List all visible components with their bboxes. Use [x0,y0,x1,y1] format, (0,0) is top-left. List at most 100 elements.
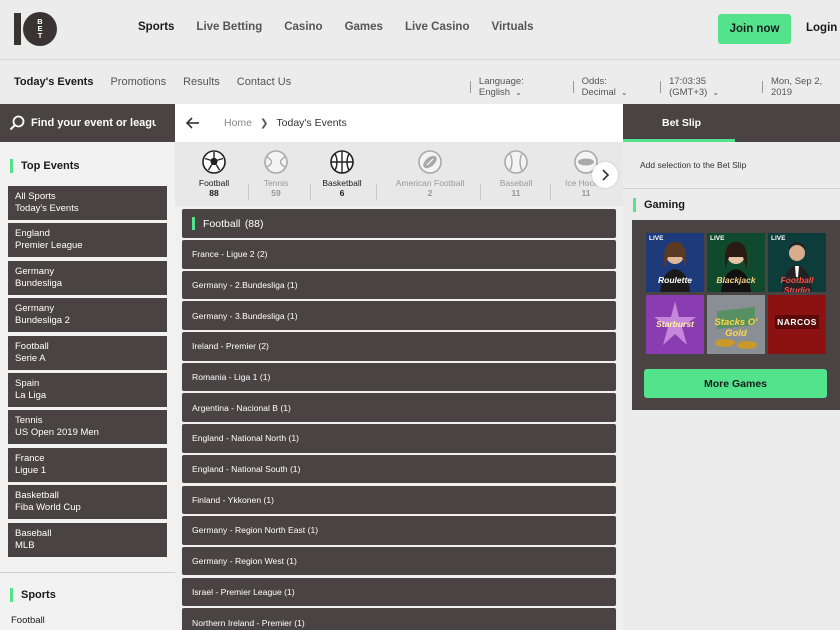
breadcrumb-home[interactable]: Home [224,117,252,129]
competition-row[interactable]: Germany - Region North East (1) [182,516,616,545]
competition-row[interactable]: Ireland - Premier (2) [182,332,616,361]
sport-count: 11 [581,188,591,198]
top-event-line2: Fiba World Cup [15,502,81,514]
back-arrow-icon[interactable] [185,115,201,131]
top-event-line1: Basketball [15,490,59,502]
top-event-line2: MLB [15,539,35,551]
top-event-line1: France [15,452,45,464]
sport-count: 11 [511,188,521,198]
competition-row[interactable]: Finland - Ykkonen (1) [182,485,616,514]
competition-row[interactable]: France - Ligue 2 (2) [182,240,616,269]
sport-name: American Football [395,178,465,188]
nav-live-betting[interactable]: Live Betting [196,21,262,33]
sports-title: Sports [10,588,56,602]
game-tile-stacks-o-gold[interactable]: Stacks O' Gold [707,295,765,354]
competition-row[interactable]: Germany - Region West (1) [182,546,616,576]
search-bar[interactable] [0,104,175,142]
game-tile-starburst[interactable]: Starburst [646,295,704,354]
divider [0,572,175,573]
competition-row[interactable]: Northern Ireland - Premier (1) [182,608,616,630]
top-event-line1: Germany [15,303,55,315]
competition-row[interactable]: Germany - 3.Bundesliga (1) [182,301,616,330]
game-title: Roulette [658,275,692,285]
odds-label: Odds: [581,76,607,87]
top-events-list: All Sports Today's Events England Premier … [8,186,167,560]
subnav-results[interactable]: Results [183,76,220,88]
top-event-item[interactable]: Tennis US Open 2019 Men [8,410,167,445]
sport-name: Football [198,178,230,188]
baseball-icon [504,150,528,174]
join-now-button[interactable]: Join now [718,14,791,44]
top-header: B E T Sports Live Betting Casino Games L… [0,0,840,60]
game-tile-football-studio[interactable]: LIVE Football Studio [768,233,826,292]
odds-selector[interactable]: Odds: Decimal ⌄ [582,76,653,98]
brand-logo[interactable]: B E T [13,10,59,48]
sport-tab-baseball[interactable]: Baseball 11 [481,150,551,200]
time-selector[interactable]: 17:03:35 (GMT+3) ⌄ [669,76,754,98]
competition-row[interactable]: Germany - 2.Bundesliga (1) [182,270,616,300]
competition-row[interactable]: England - National South (1) [182,454,616,484]
tennis-icon [264,150,288,174]
top-event-item[interactable]: Baseball MLB [8,522,167,557]
top-event-item[interactable]: Spain La Liga [8,372,167,407]
sports-list-item[interactable]: Football [11,615,45,626]
language-selector[interactable]: Language: English ⌄ [479,76,565,98]
divider [470,81,471,93]
top-event-line1: England [15,228,50,240]
main-nav: Sports Live Betting Casino Games Live Ca… [138,21,533,33]
nav-live-casino[interactable]: Live Casino [405,21,470,33]
live-badge: LIVE [649,235,664,242]
nav-casino[interactable]: Casino [284,21,322,33]
chevron-right-icon [602,169,610,181]
game-tile-blackjack[interactable]: LIVE Blackjack [707,233,765,292]
divider [762,81,763,93]
game-title: Stacks O' Gold [714,317,758,339]
sub-nav: Today's Events Promotions Results Contac… [14,76,291,88]
top-event-item[interactable]: Germany Bundesliga [8,260,167,295]
sport-tab-basketball[interactable]: Basketball 6 [307,150,377,200]
sport-tab-tennis[interactable]: Tennis 59 [241,150,311,200]
settings-bar: Language: English ⌄ Odds: Decimal ⌄ 17:03:… [462,76,840,98]
bet-slip-tab[interactable]: Bet Slip [623,104,840,142]
competition-row[interactable]: Romania - Liga 1 (1) [182,362,616,392]
top-event-line1: Football [15,340,49,352]
game-title: Blackjack [716,275,756,285]
subnav-contact-us[interactable]: Contact Us [237,76,291,88]
chevron-down-icon: ⌄ [620,88,628,97]
live-badge: LIVE [710,235,725,242]
top-event-line2: Bundesliga 2 [15,315,70,327]
top-event-item[interactable]: All Sports Today's Events [8,186,167,220]
top-event-line2: Today's Events [15,203,79,214]
carousel-next-button[interactable] [592,162,618,188]
game-tile-narcos[interactable]: NARCOS [768,295,826,354]
top-event-item[interactable]: Germany Bundesliga 2 [8,298,167,333]
game-tile-roulette[interactable]: LIVE Roulette [646,233,704,292]
competition-row[interactable]: Argentina - Nacional B (1) [182,393,616,422]
top-event-line1: Baseball [15,527,52,539]
search-input[interactable] [31,117,156,129]
competition-row[interactable]: England - National North (1) [182,424,616,453]
search-icon [9,115,25,131]
sport-name: Tennis [263,178,289,188]
sport-tab-american-football[interactable]: American Football 2 [379,150,481,200]
nav-virtuals[interactable]: Virtuals [492,21,534,33]
competition-group-header[interactable]: Football (88) [182,209,616,238]
group-name: Football [203,217,241,230]
top-event-item[interactable]: Football Serie A [8,335,167,370]
subnav-promotions[interactable]: Promotions [110,76,166,88]
sport-tab-football[interactable]: Football 88 [179,150,249,200]
top-event-line1: Tennis [15,415,43,427]
active-tab-indicator [623,139,735,142]
top-event-item[interactable]: England Premier League [8,223,167,258]
top-event-item[interactable]: France Ligue 1 [8,447,167,482]
subnav-todays-events[interactable]: Today's Events [14,76,93,88]
nav-games[interactable]: Games [345,21,383,33]
competition-list: France - Ligue 2 (2) Germany - 2.Bundesl… [182,240,616,630]
nav-sports[interactable]: Sports [138,21,174,33]
more-games-button[interactable]: More Games [644,369,827,398]
group-count: (88) [244,217,264,230]
login-button[interactable]: Login [806,22,837,34]
language-value: English [478,87,511,98]
top-event-item[interactable]: Basketball Fiba World Cup [8,485,167,520]
competition-row[interactable]: Israel - Premier League (1) [182,577,616,607]
